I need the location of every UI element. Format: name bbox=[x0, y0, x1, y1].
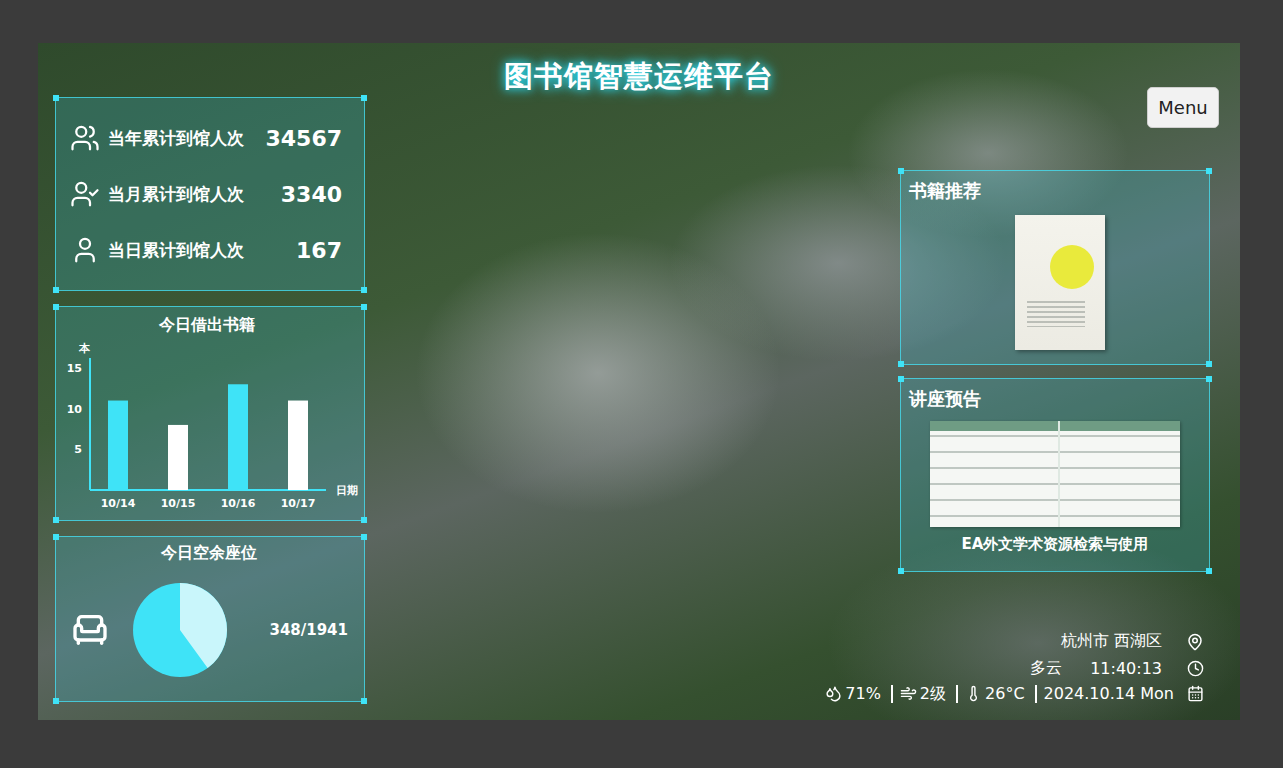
corner-mark bbox=[898, 168, 904, 174]
menu-button[interactable]: Menu bbox=[1147, 87, 1219, 128]
weather-text: 多云 bbox=[1030, 658, 1062, 679]
panel-title: 书籍推荐 bbox=[909, 179, 1195, 203]
x-axis-title: 日期 bbox=[336, 484, 358, 497]
lecture-caption: EA外文学术资源检索与使用 bbox=[962, 535, 1149, 554]
bar bbox=[288, 401, 308, 490]
corner-mark bbox=[1206, 168, 1212, 174]
stat-row: 当日累计到馆人次167 bbox=[70, 222, 348, 278]
map-pin-icon bbox=[1186, 633, 1204, 651]
visitor-icon bbox=[70, 123, 100, 153]
corner-mark bbox=[53, 304, 59, 310]
seat-pie-chart bbox=[130, 580, 230, 680]
time-text: 11:40:13 bbox=[1090, 659, 1162, 678]
lecture-panel: 讲座预告 EA外文学术资源检索与使用 bbox=[900, 378, 1210, 572]
category-label: 10/16 bbox=[221, 497, 256, 510]
seats-panel: 今日空余座位 348/1941 bbox=[55, 536, 365, 702]
seat-row: 348/1941 bbox=[70, 568, 348, 691]
panel-title: 讲座预告 bbox=[909, 387, 1195, 411]
visitor-icon bbox=[70, 179, 100, 209]
corner-mark bbox=[898, 361, 904, 367]
corner-mark bbox=[1206, 376, 1212, 382]
stat-value: 167 bbox=[296, 238, 348, 263]
borrow-chart: 本 5 10 15 10/14 10/15 10/16 10/17 日期 bbox=[64, 340, 364, 516]
corner-mark bbox=[53, 698, 59, 704]
temperature: 26°C bbox=[956, 685, 1025, 703]
humidity-icon bbox=[825, 685, 842, 702]
thermometer-icon bbox=[965, 685, 982, 702]
corner-mark bbox=[361, 517, 367, 523]
weather-time-line: 多云 11:40:13 bbox=[1030, 658, 1206, 679]
stat-value: 34567 bbox=[265, 126, 348, 151]
page: 图书馆智慧运维平台Menu当年累计到馆人次34567当月累计到馆人次3340当日… bbox=[0, 0, 1283, 768]
clock-icon bbox=[1187, 660, 1204, 677]
visitor-icon bbox=[70, 235, 100, 265]
tick-label: 10 bbox=[67, 403, 83, 416]
info-block: 杭州市 西湖区多云11:40:1371%2级26°C2024.10.14 Mon bbox=[900, 631, 1210, 703]
stat-value: 3340 bbox=[281, 182, 348, 207]
corner-mark bbox=[53, 534, 59, 540]
campus-aerial-view: 图书馆智慧运维平台Menu当年累计到馆人次34567当月累计到馆人次3340当日… bbox=[38, 43, 1240, 720]
corner-mark bbox=[53, 287, 59, 293]
corner-mark bbox=[361, 95, 367, 101]
corner-mark bbox=[361, 534, 367, 540]
category-label: 10/15 bbox=[161, 497, 196, 510]
stat-row: 当年累计到馆人次34567 bbox=[70, 110, 348, 166]
conditions-line: 71% 2级 26°C 2024.10.14 Mon bbox=[825, 685, 1206, 703]
panel-title: 今日空余座位 bbox=[70, 543, 348, 564]
humidity: 71% bbox=[825, 685, 881, 703]
y-axis bbox=[89, 358, 91, 490]
bar bbox=[108, 401, 128, 490]
stat-label: 当日累计到馆人次 bbox=[108, 239, 296, 262]
right-column: 书籍推荐讲座预告EA外文学术资源检索与使用杭州市 西湖区多云11:40:1371… bbox=[900, 97, 1210, 720]
pie-free-slice bbox=[180, 583, 227, 668]
visitor-stats-panel: 当年累计到馆人次34567当月累计到馆人次3340当日累计到馆人次167 bbox=[55, 97, 365, 291]
corner-mark bbox=[361, 287, 367, 293]
book-recommend-panel: 书籍推荐 bbox=[900, 170, 1210, 365]
calendar-icon bbox=[1187, 685, 1204, 702]
stat-label: 当月累计到馆人次 bbox=[108, 183, 281, 206]
category-label: 10/14 bbox=[101, 497, 136, 510]
stat-row: 当月累计到馆人次3340 bbox=[70, 166, 348, 222]
wind-icon bbox=[900, 685, 917, 702]
tick-label: 5 bbox=[74, 443, 82, 456]
stat-label: 当年累计到馆人次 bbox=[108, 127, 265, 150]
poster-area: EA外文学术资源检索与使用 bbox=[915, 417, 1195, 554]
category-label: 10/17 bbox=[281, 497, 316, 510]
unit-label: 本 bbox=[78, 342, 91, 355]
wind: 2级 bbox=[891, 685, 946, 703]
left-column: 当年累计到馆人次34567当月累计到馆人次3340当日累计到馆人次167今日借出… bbox=[55, 97, 365, 720]
panel-title: 今日借出书籍 bbox=[64, 315, 350, 336]
book-cover[interactable] bbox=[1015, 215, 1105, 350]
seat-icon bbox=[70, 610, 110, 650]
dashboard-body: 当年累计到馆人次34567当月累计到馆人次3340当日累计到馆人次167今日借出… bbox=[38, 97, 1240, 720]
seat-reading: 348/1941 bbox=[240, 621, 348, 639]
corner-mark bbox=[361, 698, 367, 704]
corner-mark bbox=[1206, 361, 1212, 367]
bar bbox=[228, 384, 248, 490]
pie-occupied-slice bbox=[133, 583, 227, 677]
location-text: 杭州市 西湖区 bbox=[1061, 631, 1162, 652]
corner-mark bbox=[53, 517, 59, 523]
lecture-poster[interactable] bbox=[930, 421, 1180, 527]
cover-area bbox=[915, 209, 1195, 354]
corner-mark bbox=[898, 376, 904, 382]
platform-title: 图书馆智慧运维平台 bbox=[504, 57, 774, 97]
location-line: 杭州市 西湖区 bbox=[1061, 631, 1206, 652]
date: 2024.10.14 Mon bbox=[1035, 685, 1174, 703]
bar bbox=[168, 425, 188, 490]
tick-label: 15 bbox=[67, 362, 82, 375]
corner-mark bbox=[361, 304, 367, 310]
corner-mark bbox=[53, 95, 59, 101]
title-bar: 图书馆智慧运维平台 bbox=[38, 43, 1240, 97]
corner-mark bbox=[898, 568, 904, 574]
corner-mark bbox=[1206, 568, 1212, 574]
borrow-chart-panel: 今日借出书籍本 5 10 15 10/14 10/15 10/16 10/17 日期 bbox=[55, 306, 365, 521]
